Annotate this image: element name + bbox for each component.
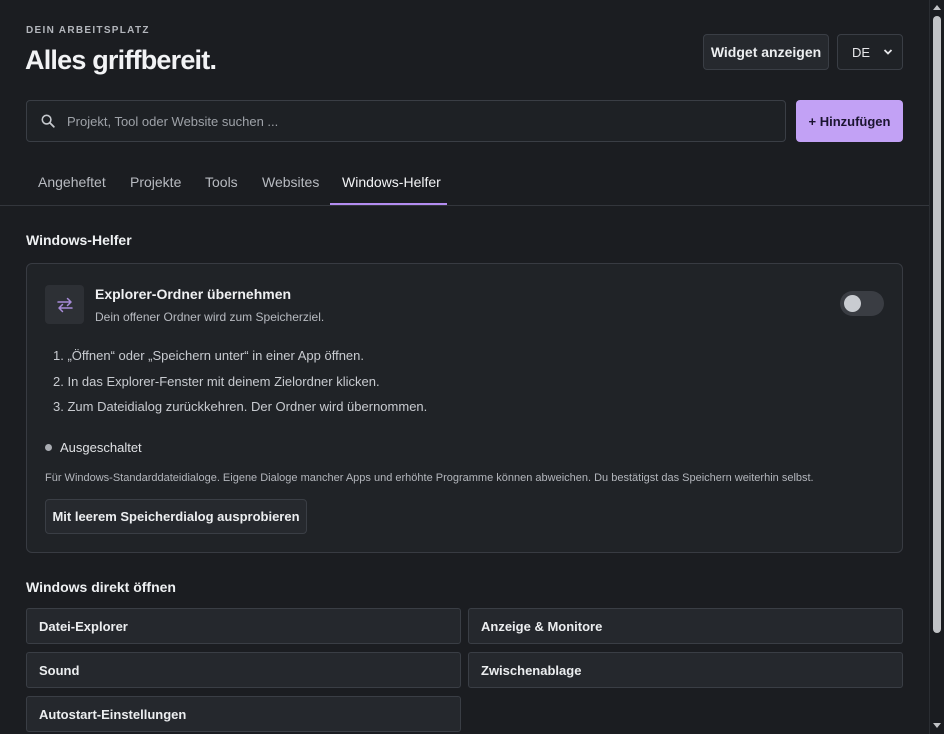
tab-windows-helfer[interactable]: Windows-Helfer [330, 174, 453, 205]
step-item: 3. Zum Dateidialog zurückkehren. Der Ord… [53, 399, 428, 414]
card-note: Für Windows-Standarddateidialoge. Eigene… [45, 472, 814, 484]
card-title: Explorer-Ordner übernehmen [95, 286, 292, 302]
tab-angeheftet[interactable]: Angeheftet [26, 174, 118, 205]
open-autostart-button[interactable]: Autostart-Einstellungen [26, 696, 461, 732]
explorer-folder-card: Explorer-Ordner übernehmen Dein offener … [26, 263, 903, 553]
windows-section-title: Windows direkt öffnen [26, 579, 176, 595]
app-page: DEIN ARBEITSPLATZ Alles griffbereit. Wid… [0, 0, 929, 734]
language-value: DE [852, 44, 871, 60]
open-sound-button[interactable]: Sound [26, 652, 461, 688]
scroll-thumb[interactable] [933, 16, 941, 633]
chevron-down-icon [883, 49, 893, 55]
status-text: Ausgeschaltet [60, 440, 142, 455]
show-widget-button[interactable]: Widget anzeigen [703, 34, 829, 70]
scroll-down-icon[interactable] [933, 723, 941, 728]
eyebrow-label: DEIN ARBEITSPLATZ [26, 25, 150, 36]
swap-arrows-icon [45, 285, 84, 324]
toggle-knob [844, 295, 861, 312]
language-select[interactable]: DE [837, 34, 903, 70]
tab-bar: Angeheftet Projekte Tools Websites Windo… [0, 160, 929, 206]
tab-tools[interactable]: Tools [193, 174, 250, 205]
open-clipboard-button[interactable]: Zwischenablage [468, 652, 903, 688]
status-dot-icon [45, 444, 52, 451]
open-display-button[interactable]: Anzeige & Monitore [468, 608, 903, 644]
step-item: 2. In das Explorer-Fenster mit deinem Zi… [53, 373, 380, 389]
scroll-up-icon[interactable] [933, 5, 941, 10]
vertical-scrollbar[interactable] [929, 0, 944, 734]
card-subtitle: Dein offener Ordner wird zum Speicherzie… [95, 310, 325, 324]
search-input[interactable]: Projekt, Tool oder Website suchen ... [26, 100, 786, 142]
page-title: Alles griffbereit. [25, 45, 217, 75]
open-file-explorer-button[interactable]: Datei-Explorer [26, 608, 461, 644]
steps-list: 1. „Öffnen“ oder „Speichern unter“ in ei… [53, 348, 427, 425]
add-button[interactable]: + Hinzufügen [796, 100, 903, 142]
search-icon [41, 114, 55, 128]
search-placeholder: Projekt, Tool oder Website suchen ... [67, 114, 279, 129]
helper-section-title: Windows-Helfer [26, 232, 132, 248]
tab-websites[interactable]: Websites [250, 174, 331, 205]
explorer-folder-toggle[interactable] [840, 291, 884, 316]
active-tab-indicator [330, 203, 447, 205]
tab-projekte[interactable]: Projekte [118, 174, 193, 205]
try-save-dialog-button[interactable]: Mit leerem Speicherdialog ausprobieren [45, 499, 307, 534]
step-item: 1. „Öffnen“ oder „Speichern unter“ in ei… [53, 348, 364, 363]
